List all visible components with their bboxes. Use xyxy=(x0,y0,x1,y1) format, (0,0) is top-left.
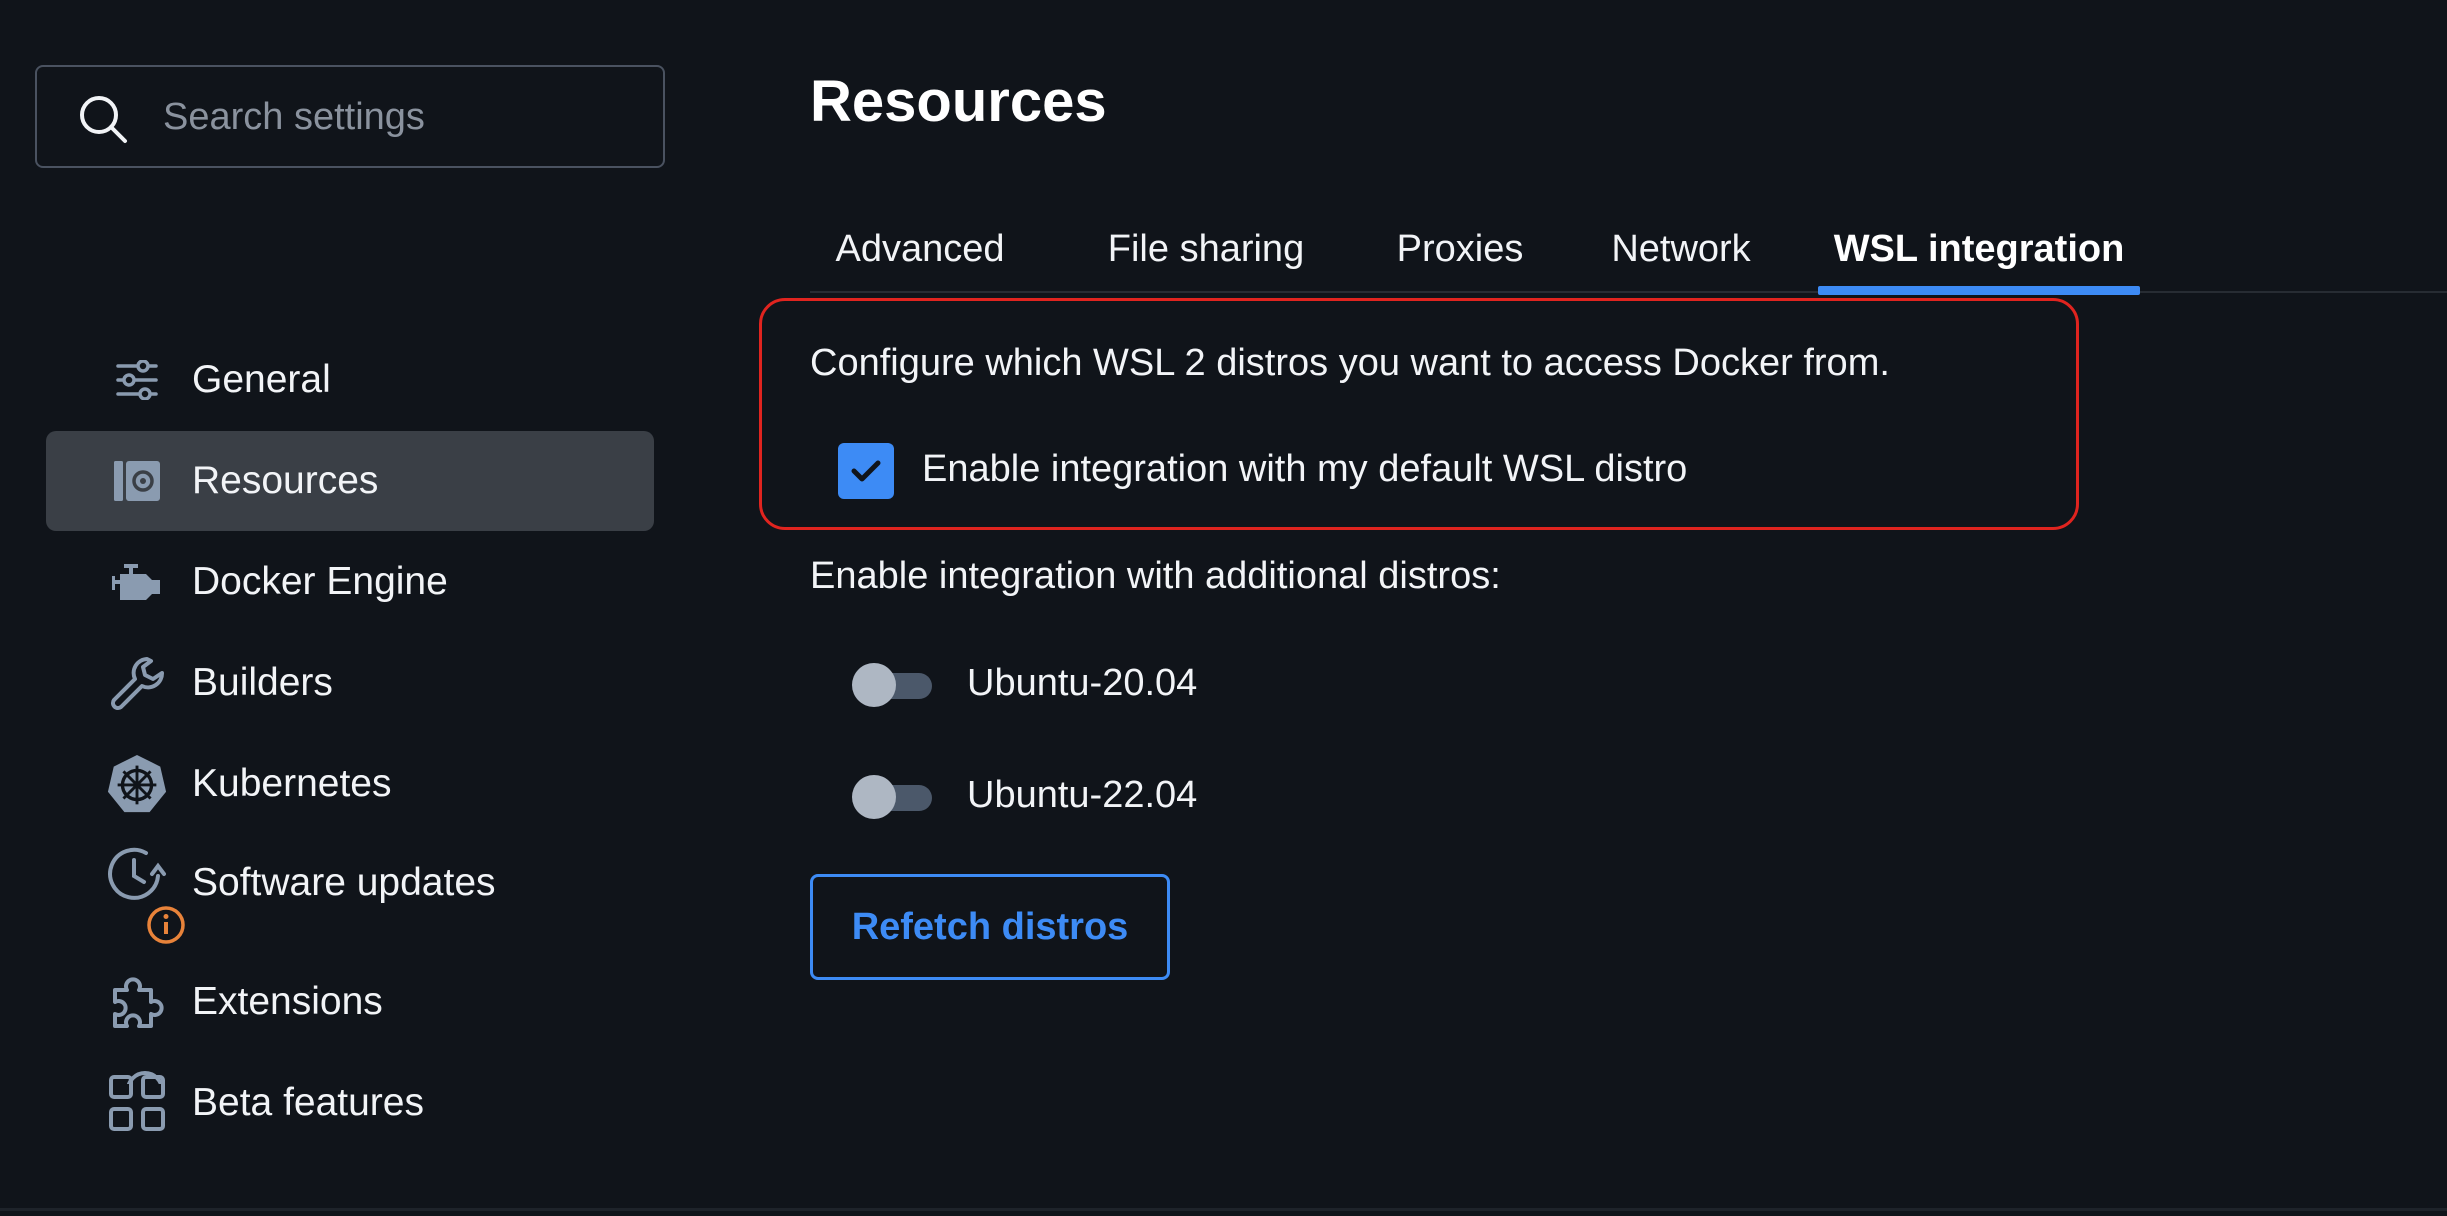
sidebar-item-kubernetes[interactable]: Kubernetes xyxy=(46,734,654,834)
distro-label-ubuntu-22-04: Ubuntu-22.04 xyxy=(967,774,1198,816)
sidebar-item-label: Beta features xyxy=(192,1081,424,1124)
highlight-annotation-box xyxy=(759,298,2079,530)
tab-label: File sharing xyxy=(1107,227,1305,270)
sidebar-item-label: General xyxy=(192,358,331,401)
tab-label: Proxies xyxy=(1396,227,1524,270)
sidebar-item-builders[interactable]: Builders xyxy=(46,633,654,733)
search-box[interactable] xyxy=(35,65,665,168)
kubernetes-icon xyxy=(106,753,168,815)
info-badge-icon xyxy=(147,906,185,944)
search-input[interactable] xyxy=(163,87,643,147)
sidebar: General Resources xyxy=(0,0,700,1216)
sidebar-item-software-updates[interactable]: Software updates xyxy=(46,835,654,951)
tab-label: Network xyxy=(1611,227,1751,270)
tab-label: Advanced xyxy=(835,227,1005,270)
tab-proxies[interactable]: Proxies xyxy=(1376,205,1544,293)
wsl-description: Configure which WSL 2 distros you want t… xyxy=(810,342,1890,384)
sidebar-item-general[interactable]: General xyxy=(46,330,654,430)
toggle-knob xyxy=(852,775,896,819)
sidebar-item-label: Builders xyxy=(192,661,333,704)
main-panel: Resources Advanced File sharing Proxies … xyxy=(759,0,2447,1216)
engine-icon xyxy=(106,551,168,613)
partial-next-item-icon xyxy=(125,1070,165,1084)
checkmark-icon xyxy=(851,460,881,482)
sidebar-item-extensions[interactable]: Extensions xyxy=(46,952,654,1052)
default-wsl-integration-label[interactable]: Enable integration with my default WSL d… xyxy=(922,448,1687,491)
sidebar-item-docker-engine[interactable]: Docker Engine xyxy=(46,532,654,632)
clock-update-icon xyxy=(106,844,168,906)
toggle-knob xyxy=(852,663,896,707)
distro-label-ubuntu-20-04: Ubuntu-20.04 xyxy=(967,662,1198,704)
sidebar-item-label: Resources xyxy=(192,459,379,502)
wrench-icon xyxy=(106,652,168,714)
sidebar-nav: General Resources Docker Engine Builders… xyxy=(46,330,654,1154)
tab-network[interactable]: Network xyxy=(1586,205,1776,293)
tab-label: WSL integration xyxy=(1833,227,2125,270)
resources-icon xyxy=(106,450,168,512)
sidebar-item-label: Software updates xyxy=(192,861,496,904)
distro-toggle-ubuntu-22-04[interactable] xyxy=(842,772,938,822)
refetch-distros-button[interactable]: Refetch distros xyxy=(810,874,1170,980)
sidebar-item-beta-features[interactable]: Beta features xyxy=(46,1053,654,1153)
page-title: Resources xyxy=(810,69,1107,134)
settings-window: General Resources xyxy=(0,0,2447,1216)
search-icon xyxy=(80,96,127,143)
tab-bar: Advanced File sharing Proxies Network WS… xyxy=(810,205,2447,295)
sidebar-item-resources[interactable]: Resources xyxy=(46,431,654,531)
puzzle-icon xyxy=(106,971,168,1033)
bottom-divider xyxy=(0,1208,2447,1211)
distro-toggle-ubuntu-20-04[interactable] xyxy=(842,660,938,710)
tab-wsl-integration[interactable]: WSL integration xyxy=(1818,205,2140,295)
default-wsl-integration-checkbox[interactable] xyxy=(838,443,894,499)
sliders-icon xyxy=(106,349,168,411)
sidebar-item-label: Kubernetes xyxy=(192,762,392,805)
additional-distros-heading: Enable integration with additional distr… xyxy=(810,555,1501,597)
tab-advanced[interactable]: Advanced xyxy=(810,205,1030,293)
sidebar-item-label: Docker Engine xyxy=(192,560,448,603)
tab-file-sharing[interactable]: File sharing xyxy=(1076,205,1336,293)
sidebar-item-label: Extensions xyxy=(192,980,383,1023)
